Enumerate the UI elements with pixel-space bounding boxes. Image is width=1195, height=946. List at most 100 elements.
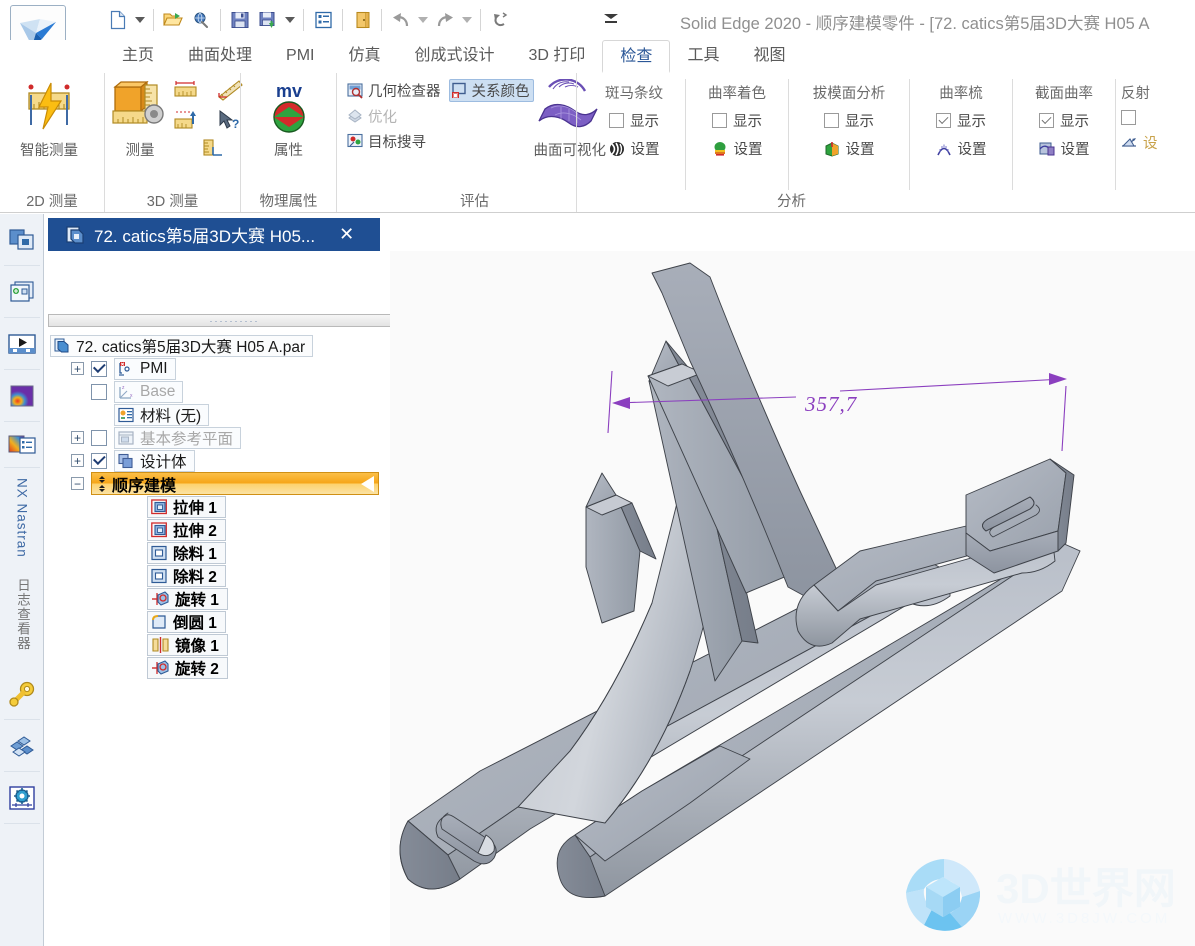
tree-row-ordered-modeling[interactable]: − 顺序建模 bbox=[50, 472, 430, 495]
tree-row-feature[interactable]: 倒圆 1 bbox=[50, 610, 430, 633]
curvature-shading-settings-button[interactable]: 设置 bbox=[712, 138, 763, 159]
relationship-colors-button[interactable]: ▣ 关系颜色 bbox=[448, 79, 534, 102]
smart-measure-button[interactable]: 智能测量 bbox=[6, 77, 92, 190]
redo-button[interactable] bbox=[432, 5, 458, 35]
group-title-evaluate: 评估 bbox=[460, 194, 489, 210]
tree-row-pmi[interactable]: + PMI bbox=[50, 357, 430, 380]
tree-row-design-body[interactable]: + 设计体 bbox=[50, 449, 430, 472]
toolbar-separator bbox=[220, 9, 221, 31]
tree-row-root[interactable]: 72. catics第5届3D大赛 H05 A.par bbox=[50, 334, 430, 357]
tab-inspect[interactable]: 检查 bbox=[602, 40, 671, 73]
animation-button[interactable] bbox=[0, 318, 44, 370]
curvature-shading-show-label: 显示 bbox=[733, 114, 762, 130]
path-finder-button[interactable] bbox=[0, 214, 44, 266]
tree-row-reference-planes[interactable]: + 基本参考平面 bbox=[50, 426, 430, 449]
tab-simulation[interactable]: 仿真 bbox=[331, 40, 397, 73]
tree-row-feature[interactable]: 拉伸 1 bbox=[50, 495, 430, 518]
expander-design-body[interactable]: + bbox=[71, 454, 84, 467]
tree-row-feature[interactable]: 旋转 2 bbox=[50, 656, 430, 679]
redo-dropdown-button[interactable] bbox=[460, 5, 474, 35]
design-body-icon bbox=[118, 453, 133, 468]
document-tab-close-icon[interactable]: ✕ bbox=[339, 224, 354, 245]
expander-ordered-modeling[interactable]: − bbox=[71, 477, 84, 490]
nx-nastran-rail-label-2[interactable]: 日志查看器 bbox=[0, 568, 44, 661]
feature-label-wrap: 镜像 1 bbox=[147, 633, 228, 656]
save-button[interactable] bbox=[227, 5, 253, 35]
geometry-inspector-button[interactable]: 几何检查器 bbox=[347, 80, 441, 101]
tab-home[interactable]: 主页 bbox=[105, 40, 171, 73]
checkbox-reference-planes[interactable] bbox=[91, 429, 107, 446]
features-library-button[interactable] bbox=[0, 720, 44, 773]
checkbox-design-body[interactable] bbox=[91, 452, 107, 469]
nx-nastran-log-button[interactable] bbox=[0, 422, 44, 468]
tab-tools[interactable]: 工具 bbox=[670, 40, 736, 73]
curvature-comb-settings-button[interactable]: 设置 bbox=[936, 138, 987, 159]
save-dropdown-button[interactable] bbox=[283, 5, 297, 35]
measure-normal-icon[interactable] bbox=[173, 109, 199, 136]
checkbox-pmi[interactable] bbox=[91, 360, 107, 377]
curvature-comb-show-checkbox[interactable]: 显示 bbox=[936, 110, 986, 131]
zebra-settings-button[interactable]: 设置 bbox=[609, 138, 660, 159]
layers-button[interactable] bbox=[0, 266, 44, 318]
new-dropdown-button[interactable] bbox=[133, 5, 147, 35]
measure-button[interactable]: 测量 bbox=[111, 77, 169, 190]
repeat-button[interactable] bbox=[487, 5, 513, 35]
ordered-modeling-bar[interactable]: 顺序建模 bbox=[91, 472, 379, 495]
expander-reference-planes[interactable]: + bbox=[71, 431, 84, 444]
feature-label: 除料 1 bbox=[173, 545, 217, 563]
tab-surfacing[interactable]: 曲面处理 bbox=[171, 40, 269, 73]
3d-viewport[interactable]: 3D世界网 WWW.3D8JW.COM 357,7 bbox=[390, 251, 1195, 946]
feature-label-wrap: 倒圆 1 bbox=[147, 610, 226, 633]
close-document-button[interactable] bbox=[349, 5, 375, 35]
draft-analysis-icon bbox=[825, 141, 838, 157]
section-curvature-settings-button[interactable]: 设置 bbox=[1038, 138, 1090, 159]
color-manager-button[interactable] bbox=[0, 370, 44, 422]
feature-label-wrap: 除料 2 bbox=[147, 564, 226, 587]
svg-text:?: ? bbox=[232, 117, 239, 131]
new-document-button[interactable] bbox=[105, 5, 131, 35]
curvature-shading-show-checkbox[interactable]: 显示 bbox=[712, 110, 762, 131]
document-tab[interactable]: 72. catics第5届3D大赛 H05... ✕ bbox=[48, 218, 380, 251]
reflection-settings-button[interactable]: 设 bbox=[1121, 132, 1158, 153]
undo-button[interactable] bbox=[388, 5, 414, 35]
tab-3dprint[interactable]: 3D 打印 bbox=[512, 40, 603, 73]
tree-row-base[interactable]: z x Base bbox=[50, 380, 430, 403]
analysis-col-draft: 拔模面分析 显示 设置 bbox=[788, 79, 909, 190]
expander-pmi[interactable]: + bbox=[71, 362, 84, 375]
sensors-button[interactable] bbox=[0, 668, 44, 721]
tree-row-feature[interactable]: 除料 1 bbox=[50, 541, 430, 564]
zebra-show-checkbox[interactable]: 显示 bbox=[609, 110, 659, 131]
open-web-button[interactable] bbox=[188, 5, 214, 35]
tree-row-material[interactable]: 材料 (无) bbox=[50, 403, 430, 426]
tab-generative[interactable]: 创成式设计 bbox=[398, 40, 512, 73]
draft-show-checkbox[interactable]: 显示 bbox=[824, 110, 874, 131]
draft-settings-button[interactable]: 设置 bbox=[824, 138, 875, 159]
repeat-icon bbox=[494, 12, 508, 27]
measure-area-icon[interactable] bbox=[201, 139, 225, 164]
dimension-value[interactable]: 357,7 bbox=[805, 392, 857, 417]
smart-measure-icon bbox=[17, 77, 81, 135]
globe-icon bbox=[194, 12, 208, 28]
tree-row-feature[interactable]: 除料 2 bbox=[50, 564, 430, 587]
physical-properties-button[interactable]: mv 属性 bbox=[247, 77, 330, 190]
tree-row-feature[interactable]: 镜像 1 bbox=[50, 633, 430, 656]
tree-row-feature[interactable]: 拉伸 2 bbox=[50, 518, 430, 541]
goal-seek-button[interactable]: 目标搜寻 bbox=[347, 131, 534, 152]
customize-qat-button[interactable] bbox=[598, 5, 624, 35]
optimize-button[interactable]: 优化 bbox=[347, 106, 534, 127]
tree-row-feature[interactable]: 旋转 1 bbox=[50, 587, 430, 610]
checkbox-base[interactable] bbox=[91, 383, 107, 400]
save-as-button[interactable] bbox=[255, 5, 281, 35]
open-button[interactable] bbox=[160, 5, 186, 35]
measure-distance-icon[interactable] bbox=[173, 79, 199, 106]
tab-pmi[interactable]: PMI bbox=[269, 40, 331, 73]
variables-button[interactable] bbox=[0, 772, 44, 825]
undo-dropdown-button[interactable] bbox=[416, 5, 430, 35]
reflection-show-checkbox[interactable] bbox=[1121, 110, 1136, 125]
nx-nastran-rail-label-1[interactable]: NX Nastran bbox=[0, 468, 44, 568]
section-curvature-show-checkbox[interactable]: 显示 bbox=[1039, 110, 1089, 131]
rollback-marker-icon[interactable] bbox=[361, 475, 374, 492]
properties-button[interactable] bbox=[310, 5, 336, 35]
tab-view[interactable]: 视图 bbox=[736, 40, 802, 73]
pane-resize-grip[interactable]: ·········· bbox=[48, 314, 421, 327]
